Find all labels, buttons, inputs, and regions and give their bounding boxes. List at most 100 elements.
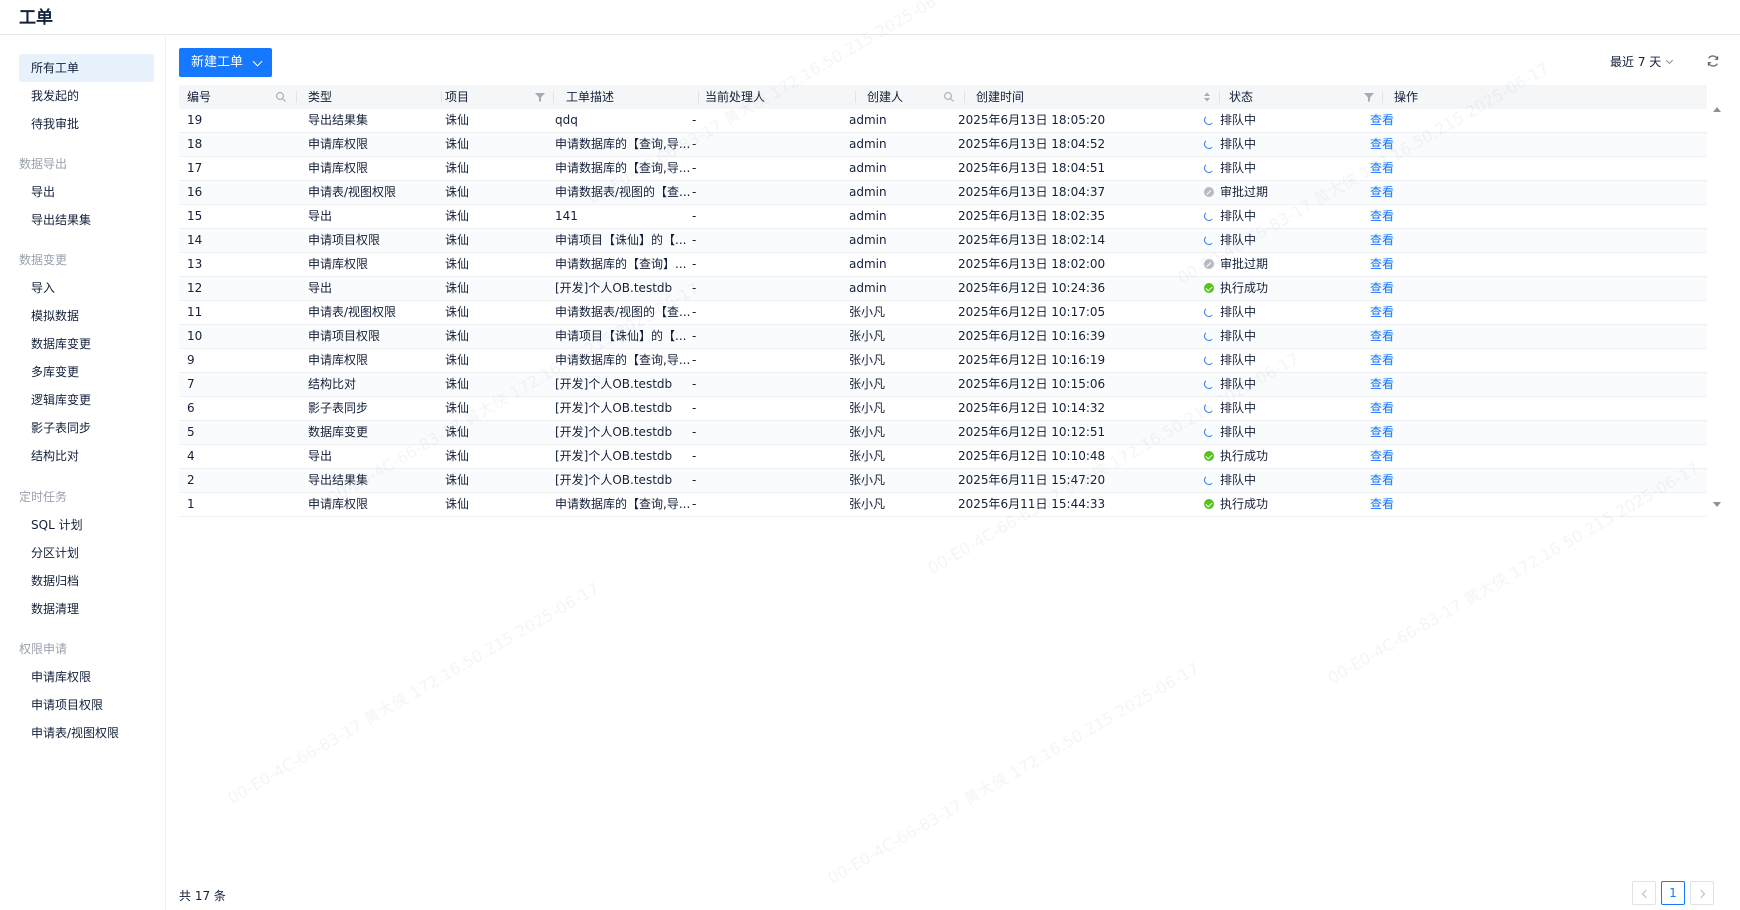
cell-created-time: 2025年6月12日 10:16:39 [958, 329, 1106, 343]
sidebar-item-all-tickets[interactable]: 所有工单 [19, 54, 154, 82]
sidebar-item-multi-db-change[interactable]: 多库变更 [19, 358, 154, 386]
table-row[interactable]: 2 导出结果集 诛仙 [开发]个人OB.testdb - 张小凡 2025年6月11日 15… [179, 469, 1707, 493]
success-check-icon [1204, 451, 1214, 461]
cell-handler: - [692, 329, 697, 343]
table-row[interactable]: 1 申请库权限 诛仙 申请数据库的【查询,导... - 张小凡 2025年6月11日 15:… [179, 493, 1707, 517]
sidebar-item-logical-db-change[interactable]: 逻辑库变更 [19, 386, 154, 414]
view-link[interactable]: 查看 [1370, 349, 1394, 372]
view-link[interactable]: 查看 [1370, 253, 1394, 276]
cell-project: 诛仙 [445, 449, 470, 463]
sidebar-item-request-project-permission[interactable]: 申请项目权限 [19, 691, 154, 719]
table-row[interactable]: 16 申请表/视图权限 诛仙 申请数据表/视图的【查... - admin 2025年6月1… [179, 181, 1707, 205]
table-row[interactable]: 19 导出结果集 诛仙 qdq - admin 2025年6月13日 18:05:20 排队中… [179, 109, 1707, 133]
view-link[interactable]: 查看 [1370, 469, 1394, 492]
cell-type: 导出 [308, 281, 333, 295]
cell-type: 结构比对 [308, 377, 357, 391]
sidebar-item-request-table-view-permission[interactable]: 申请表/视图权限 [19, 719, 154, 747]
view-link[interactable]: 查看 [1370, 373, 1394, 396]
cell-project: 诛仙 [445, 305, 470, 319]
cell-description: [开发]个人OB.testdb [555, 425, 673, 439]
view-link[interactable]: 查看 [1370, 181, 1394, 204]
table-row[interactable]: 7 结构比对 诛仙 [开发]个人OB.testdb - 张小凡 2025年6月12日 10:… [179, 373, 1707, 397]
table-row[interactable]: 13 申请库权限 诛仙 申请数据库的【查询】... - admin 2025年6月13日 1… [179, 253, 1707, 277]
cell-handler: - [692, 473, 697, 487]
page-title: 工单 [19, 8, 53, 28]
sort-icon[interactable] [1201, 91, 1213, 103]
cell-project: 诛仙 [445, 497, 470, 511]
sidebar-item-pending-approval[interactable]: 待我审批 [19, 110, 154, 138]
cell-project: 诛仙 [445, 353, 470, 367]
cell-description: 申请项目【诛仙】的【... [555, 329, 687, 343]
cell-type: 申请库权限 [308, 257, 369, 271]
cell-status: 排队中 [1204, 301, 1256, 324]
filter-icon[interactable] [534, 91, 546, 103]
page-number-button[interactable]: 1 [1661, 881, 1685, 905]
next-page-button[interactable] [1690, 881, 1714, 905]
sidebar-item-mock-data[interactable]: 模拟数据 [19, 302, 154, 330]
cell-creator: 张小凡 [849, 449, 886, 463]
cell-description: [开发]个人OB.testdb [555, 377, 673, 391]
sidebar-item-sql-plan[interactable]: SQL 计划 [19, 511, 154, 539]
view-link[interactable]: 查看 [1370, 133, 1394, 156]
cell-handler: - [692, 305, 697, 319]
table-row[interactable]: 4 导出 诛仙 [开发]个人OB.testdb - 张小凡 2025年6月12日 10:10… [179, 445, 1707, 469]
sidebar-item-partition-plan[interactable]: 分区计划 [19, 539, 154, 567]
cell-status: 排队中 [1204, 205, 1256, 228]
status-text: 排队中 [1220, 137, 1257, 151]
cell-created-time: 2025年6月13日 18:04:37 [958, 185, 1106, 199]
sidebar-item-data-cleanup[interactable]: 数据清理 [19, 595, 154, 623]
view-link[interactable]: 查看 [1370, 325, 1394, 348]
cell-id: 4 [187, 449, 195, 463]
table-row[interactable]: 18 申请库权限 诛仙 申请数据库的【查询,导... - admin 2025年6月13日 … [179, 133, 1707, 157]
search-icon[interactable] [275, 91, 287, 103]
cell-handler: - [692, 209, 697, 223]
view-link[interactable]: 查看 [1370, 229, 1394, 252]
scroll-down-arrow-icon[interactable] [1713, 502, 1721, 507]
view-link[interactable]: 查看 [1370, 109, 1394, 132]
view-link[interactable]: 查看 [1370, 493, 1394, 516]
table-row[interactable]: 10 申请项目权限 诛仙 申请项目【诛仙】的【... - 张小凡 2025年6月12日 10… [179, 325, 1707, 349]
table-row[interactable]: 12 导出 诛仙 [开发]个人OB.testdb - admin 2025年6月12日 10… [179, 277, 1707, 301]
status-text: 排队中 [1220, 401, 1257, 415]
cell-project: 诛仙 [445, 113, 470, 127]
sidebar-item-export[interactable]: 导出 [19, 178, 154, 206]
sidebar-group-data-export: 数据导出 [19, 157, 68, 171]
table-row[interactable]: 14 申请项目权限 诛仙 申请项目【诛仙】的【... - admin 2025年6月13日 … [179, 229, 1707, 253]
table-row[interactable]: 5 数据库变更 诛仙 [开发]个人OB.testdb - 张小凡 2025年6月12日 10… [179, 421, 1707, 445]
table-row[interactable]: 6 影子表同步 诛仙 [开发]个人OB.testdb - 张小凡 2025年6月12日 10… [179, 397, 1707, 421]
view-link[interactable]: 查看 [1370, 421, 1394, 444]
cell-created-time: 2025年6月12日 10:10:48 [958, 449, 1106, 463]
cell-type: 申请库权限 [308, 353, 369, 367]
table-row[interactable]: 15 导出 诛仙 141 - admin 2025年6月13日 18:02:35 排队中 查看 [179, 205, 1707, 229]
date-range-select[interactable]: 最近 7 天 [1610, 53, 1674, 70]
view-link[interactable]: 查看 [1370, 397, 1394, 420]
sidebar-item-shadow-table-sync[interactable]: 影子表同步 [19, 414, 154, 442]
new-ticket-button[interactable]: 新建工单 [179, 48, 272, 77]
table-row[interactable]: 17 申请库权限 诛仙 申请数据库的【查询,导... - admin 2025年6月13日 … [179, 157, 1707, 181]
view-link[interactable]: 查看 [1370, 205, 1394, 228]
table-row[interactable]: 9 申请库权限 诛仙 申请数据库的【查询,导... - 张小凡 2025年6月12日 10:… [179, 349, 1707, 373]
sidebar-item-import[interactable]: 导入 [19, 274, 154, 302]
refresh-icon[interactable] [1706, 54, 1720, 68]
cell-project: 诛仙 [445, 473, 470, 487]
view-link[interactable]: 查看 [1370, 277, 1394, 300]
view-link[interactable]: 查看 [1370, 445, 1394, 468]
cell-creator: admin [849, 113, 887, 127]
cell-status: 排队中 [1204, 373, 1256, 396]
sidebar-item-data-archive[interactable]: 数据归档 [19, 567, 154, 595]
sidebar-item-structure-compare[interactable]: 结构比对 [19, 442, 154, 470]
view-link[interactable]: 查看 [1370, 157, 1394, 180]
sidebar-item-my-initiated[interactable]: 我发起的 [19, 82, 154, 110]
filter-icon[interactable] [1363, 91, 1375, 103]
sidebar: 所有工单 我发起的 待我审批 数据导出 导出 导出结果集 数据变更 导入 模拟数… [0, 36, 166, 910]
scroll-up-arrow-icon[interactable] [1713, 107, 1721, 112]
search-icon[interactable] [943, 91, 955, 103]
loading-spinner-icon [1204, 331, 1214, 341]
cell-project: 诛仙 [445, 281, 470, 295]
sidebar-item-request-db-permission[interactable]: 申请库权限 [19, 663, 154, 691]
table-row[interactable]: 11 申请表/视图权限 诛仙 申请数据表/视图的【查... - 张小凡 2025年6月12日… [179, 301, 1707, 325]
prev-page-button[interactable] [1632, 881, 1656, 905]
sidebar-item-export-resultset[interactable]: 导出结果集 [19, 206, 154, 234]
view-link[interactable]: 查看 [1370, 301, 1394, 324]
sidebar-item-db-change[interactable]: 数据库变更 [19, 330, 154, 358]
